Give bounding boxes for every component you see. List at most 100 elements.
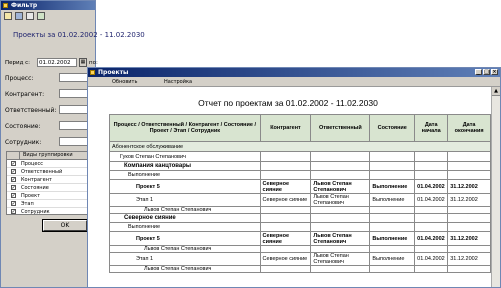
grouping-label: Этап <box>19 201 34 207</box>
date-to-label: по: <box>89 60 98 66</box>
table-row[interactable]: Львов Степан Степанович <box>110 246 491 253</box>
cell-counterparty: Северное сияние <box>260 194 311 207</box>
table-row[interactable]: Выполнение <box>110 223 491 232</box>
settings-button[interactable]: Настройка <box>164 79 192 85</box>
cell-responsible: Львов Степан Степанович <box>311 232 370 246</box>
stage-label: Этап 1 <box>110 194 261 207</box>
grouping-item[interactable]: ✓Процесс <box>7 160 91 168</box>
date-from-field[interactable]: 01.02.2002 <box>37 58 77 67</box>
cell-state: Выполнение <box>370 232 415 246</box>
grouping-item[interactable]: ✓Контрагент <box>7 176 91 184</box>
checkbox-icon[interactable]: ✓ <box>11 193 16 198</box>
employee-label: Львов Степан Степанович <box>110 266 261 273</box>
grouping-list: Виды группировки ✓Процесс ✓Ответственный… <box>6 151 92 215</box>
responsible-group-label: Гуков Степан Степанович <box>110 152 261 162</box>
report-window: Проекты _ □ × Обновить Настройка ▲ Отчет… <box>87 67 501 288</box>
cell-start-date: 01.04.2002 <box>415 180 448 194</box>
calendar-from-icon[interactable]: ▦ <box>79 58 87 67</box>
cell-state: Выполнение <box>370 194 415 207</box>
col-header-start-date[interactable]: Дата начала <box>415 115 448 142</box>
report-toolbar: Обновить Настройка <box>88 77 500 87</box>
table-row[interactable]: Абонентское обслуживание <box>110 142 491 152</box>
state-label: Состояние: <box>5 123 40 130</box>
table-row[interactable]: Этап 1 Северное сияние Львов Степан Степ… <box>110 253 491 266</box>
cell-start-date: 01.04.2002 <box>415 194 448 207</box>
table-row[interactable]: Проект 5 Северное сияние Львов Степан Ст… <box>110 232 491 246</box>
col-header-state[interactable]: Состояние <box>370 115 415 142</box>
grouping-label: Проект <box>19 193 40 199</box>
minimize-button[interactable]: _ <box>475 69 482 75</box>
refresh-button[interactable]: Обновить <box>112 79 137 85</box>
date-from-value: 01.02.2002 <box>38 60 71 66</box>
checkbox-icon[interactable]: ✓ <box>11 201 16 206</box>
table-header-row: Процесс / Ответственный / Контрагент / С… <box>110 115 491 142</box>
grouping-item[interactable]: ✓Сотрудник <box>7 208 91 215</box>
cell-responsible: Львов Степан Степанович <box>311 253 370 266</box>
grouping-item[interactable]: ✓Проект <box>7 192 91 200</box>
stage-label: Этап 1 <box>110 253 261 266</box>
cell-state: Выполнение <box>370 180 415 194</box>
filter-window-titlebar[interactable]: Фильтр <box>1 1 95 10</box>
cell-start-date: 01.04.2002 <box>415 253 448 266</box>
cell-end-date: 31.12.2002 <box>448 180 491 194</box>
table-row[interactable]: Гуков Степан Степанович <box>110 152 491 162</box>
checkbox-icon[interactable]: ✓ <box>11 169 16 174</box>
help-icon[interactable] <box>37 12 45 20</box>
cell-counterparty: Северное сияние <box>260 232 311 246</box>
open-icon[interactable] <box>4 12 12 20</box>
checkbox-icon[interactable]: ✓ <box>11 177 16 182</box>
table-row[interactable]: Проект 5 Северное сияние Львов Степан Ст… <box>110 180 491 194</box>
col-header-counterparty[interactable]: Контрагент <box>260 115 311 142</box>
scroll-up-icon[interactable]: ▲ <box>492 87 500 96</box>
filter-window-title: Фильтр <box>11 2 37 9</box>
filter-window: Фильтр Проекты за 01.02.2002 - 11.02.203… <box>0 0 96 288</box>
checkbox-icon[interactable]: ✓ <box>11 161 16 166</box>
vertical-scrollbar[interactable]: ▲ <box>491 87 500 287</box>
state-group-label: Выполнение <box>110 171 261 180</box>
employee-label: Сотрудник: <box>5 139 41 146</box>
grouping-label: Состояние <box>19 185 49 191</box>
cell-start-date: 01.04.2002 <box>415 232 448 246</box>
counterparty-label: Контрагент: <box>5 91 44 98</box>
cell-responsible: Львов Степан Степанович <box>311 180 370 194</box>
counterparty-group-label: Компания канцтовары <box>110 162 261 171</box>
col-header-responsible[interactable]: Ответственный <box>311 115 370 142</box>
col-header-hierarchy[interactable]: Процесс / Ответственный / Контрагент / С… <box>110 115 261 142</box>
col-header-end-date[interactable]: Дата окончания <box>448 115 491 142</box>
grouping-label: Ответственный <box>19 169 62 175</box>
counterparty-group-label: Северное сияние <box>110 214 261 223</box>
table-row[interactable]: Северное сияние <box>110 214 491 223</box>
grouping-label: Сотрудник <box>19 209 50 215</box>
employee-label: Львов Степан Степанович <box>110 246 261 253</box>
group-label: Абонентское обслуживание <box>110 142 491 152</box>
print-icon[interactable] <box>26 12 34 20</box>
window-app-icon <box>3 3 8 8</box>
checkbox-icon[interactable]: ✓ <box>11 185 16 190</box>
report-window-titlebar[interactable]: Проекты _ □ × <box>88 68 500 77</box>
table-row[interactable]: Выполнение <box>110 171 491 180</box>
ok-button[interactable]: OK <box>43 220 87 231</box>
table-row[interactable]: Компания канцтовары <box>110 162 491 171</box>
grouping-item[interactable]: ✓Состояние <box>7 184 91 192</box>
cell-counterparty: Северное сияние <box>260 253 311 266</box>
grouping-label: Процесс <box>19 161 43 167</box>
maximize-button[interactable]: □ <box>483 69 490 75</box>
report-window-title: Проекты <box>98 69 128 76</box>
table-row[interactable]: Этап 1 Северное сияние Львов Степан Степ… <box>110 194 491 207</box>
grouping-item[interactable]: ✓Этап <box>7 200 91 208</box>
cell-end-date: 31.12.2002 <box>448 194 491 207</box>
report-table: Процесс / Ответственный / Контрагент / С… <box>109 114 491 273</box>
close-button[interactable]: × <box>491 69 498 75</box>
state-group-label: Выполнение <box>110 223 261 232</box>
employee-label: Львов Степан Степанович <box>110 207 261 214</box>
save-icon[interactable] <box>15 12 23 20</box>
table-row[interactable]: Львов Степан Степанович <box>110 266 491 273</box>
report-title: Отчет по проектам за 01.02.2002 - 11.02.… <box>148 98 428 108</box>
cell-counterparty: Северное сияние <box>260 180 311 194</box>
cell-end-date: 31.12.2002 <box>448 253 491 266</box>
grouping-item[interactable]: ✓Ответственный <box>7 168 91 176</box>
project-label: Проект 5 <box>110 180 261 194</box>
process-label: Процесс: <box>5 75 33 82</box>
checkbox-icon[interactable]: ✓ <box>11 209 16 214</box>
table-row[interactable]: Львов Степан Степанович <box>110 207 491 214</box>
